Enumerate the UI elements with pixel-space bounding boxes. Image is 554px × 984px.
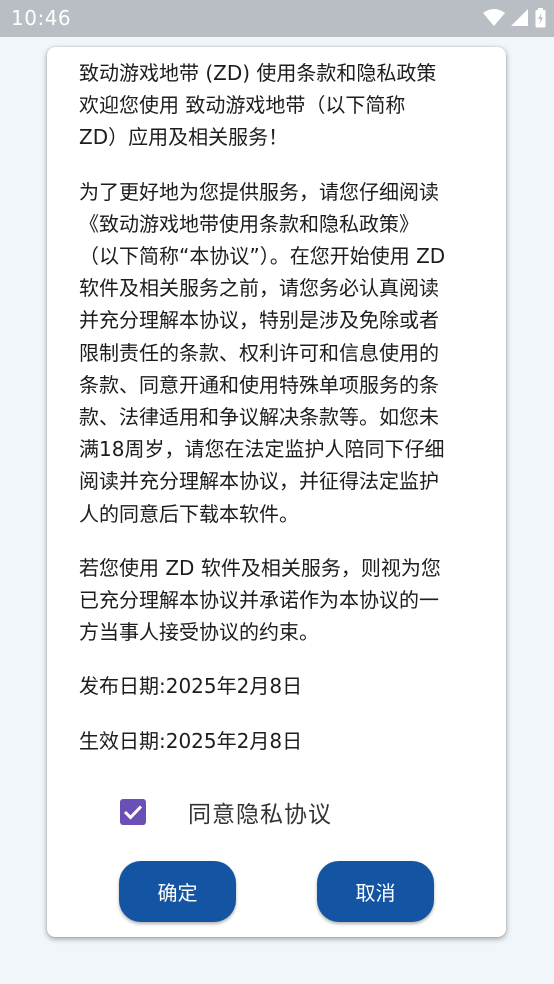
dialog-content: 致动游戏地带 (ZD) 使用条款和隐私政策 欢迎您使用 致动游戏地带（以下简称 … bbox=[79, 57, 479, 757]
publish-date: 发布日期:2025年2月8日 bbox=[79, 674, 303, 699]
navigation-bar bbox=[0, 970, 554, 984]
wifi-icon bbox=[483, 9, 505, 26]
status-bar: 10:46 bbox=[0, 0, 554, 37]
consent-paragraph: 若您使用 ZD 软件及相关服务，则视为您 已充分理解本协议并承诺作为本协议的一 … bbox=[79, 555, 441, 645]
agree-row: 同意隐私协议 bbox=[120, 795, 332, 829]
battery-icon bbox=[535, 8, 546, 28]
agree-checkbox[interactable] bbox=[120, 799, 146, 825]
status-time: 10:46 bbox=[11, 6, 72, 30]
terms-paragraph: 为了更好地为您提供服务，请您仔细阅读 《致动游戏地带使用条款和隐私政策》 （以下… bbox=[79, 179, 446, 526]
cancel-button[interactable]: 取消 bbox=[317, 861, 434, 922]
effective-date: 生效日期:2025年2月8日 bbox=[79, 728, 303, 753]
confirm-button[interactable]: 确定 bbox=[119, 861, 236, 922]
checkmark-icon bbox=[123, 805, 143, 820]
status-icons bbox=[483, 8, 546, 28]
intro-paragraph: 致动游戏地带 (ZD) 使用条款和隐私政策 欢迎您使用 致动游戏地带（以下简称 … bbox=[79, 61, 437, 150]
signal-icon bbox=[511, 9, 528, 26]
privacy-dialog: 致动游戏地带 (ZD) 使用条款和隐私政策 欢迎您使用 致动游戏地带（以下简称 … bbox=[47, 47, 506, 937]
agree-label[interactable]: 同意隐私协议 bbox=[188, 795, 332, 829]
